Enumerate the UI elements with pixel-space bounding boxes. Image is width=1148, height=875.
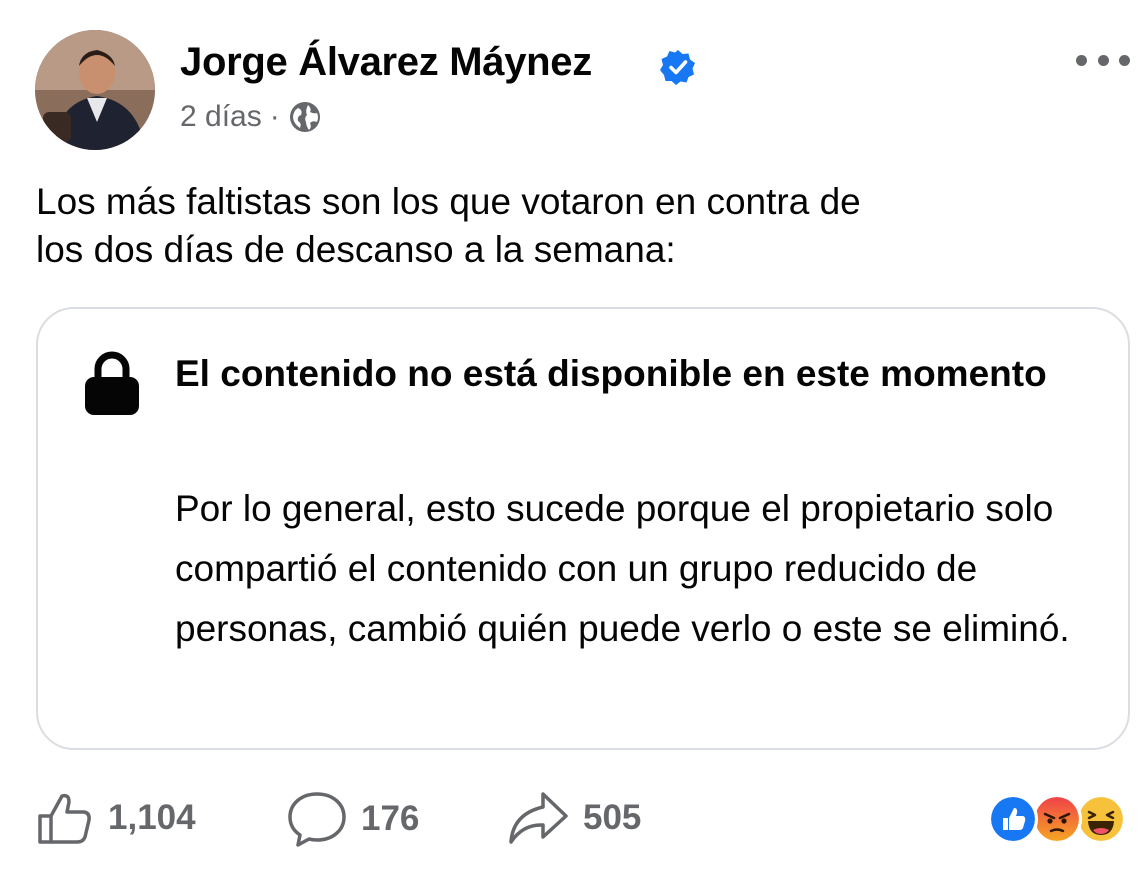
avatar-photo [35, 30, 155, 150]
share-button[interactable]: 505 [507, 790, 641, 846]
post-text-line: Los más faltistas son los que votaron en… [36, 181, 861, 222]
post-timestamp[interactable]: 2 días [180, 100, 262, 134]
facebook-post: Jorge Álvarez Máynez 2 días · Los más fa… [0, 0, 1148, 875]
post-text: Los más faltistas son los que votaron en… [36, 178, 1116, 274]
lock-icon [85, 351, 139, 415]
like-icon [38, 793, 91, 844]
share-count: 505 [583, 798, 642, 837]
share-icon [509, 792, 568, 844]
like-button[interactable]: 1,104 [36, 790, 196, 846]
more-dot [1119, 54, 1130, 66]
post-actions: 1,104 176 505 [0, 780, 1148, 860]
comment-count: 176 [361, 799, 420, 838]
unavailable-title: El contenido no está disponible en este … [175, 353, 1047, 394]
angry-reaction-icon [1032, 794, 1082, 844]
reaction-summary[interactable] [988, 794, 1138, 846]
more-dot [1097, 54, 1109, 66]
comment-button[interactable]: 176 [287, 790, 419, 848]
like-reaction-icon [988, 794, 1038, 844]
comment-icon [288, 792, 346, 847]
more-options-button[interactable] [1076, 50, 1130, 70]
post-text-line: los dos días de descanso a la semana: [36, 229, 676, 270]
more-dot [1076, 54, 1087, 66]
post-meta: 2 días · [180, 100, 322, 134]
unavailable-content-card[interactable]: El contenido no está disponible en este … [36, 307, 1130, 750]
verified-badge-icon [660, 50, 695, 85]
unavailable-description: Por lo general, esto sucede porque el pr… [175, 488, 1070, 649]
author-name[interactable]: Jorge Álvarez Máynez [180, 40, 592, 85]
globe-icon [289, 102, 320, 132]
haha-reaction-icon [1076, 794, 1126, 844]
like-count: 1,104 [108, 798, 196, 837]
avatar[interactable] [35, 30, 155, 150]
meta-separator: · [269, 100, 280, 133]
